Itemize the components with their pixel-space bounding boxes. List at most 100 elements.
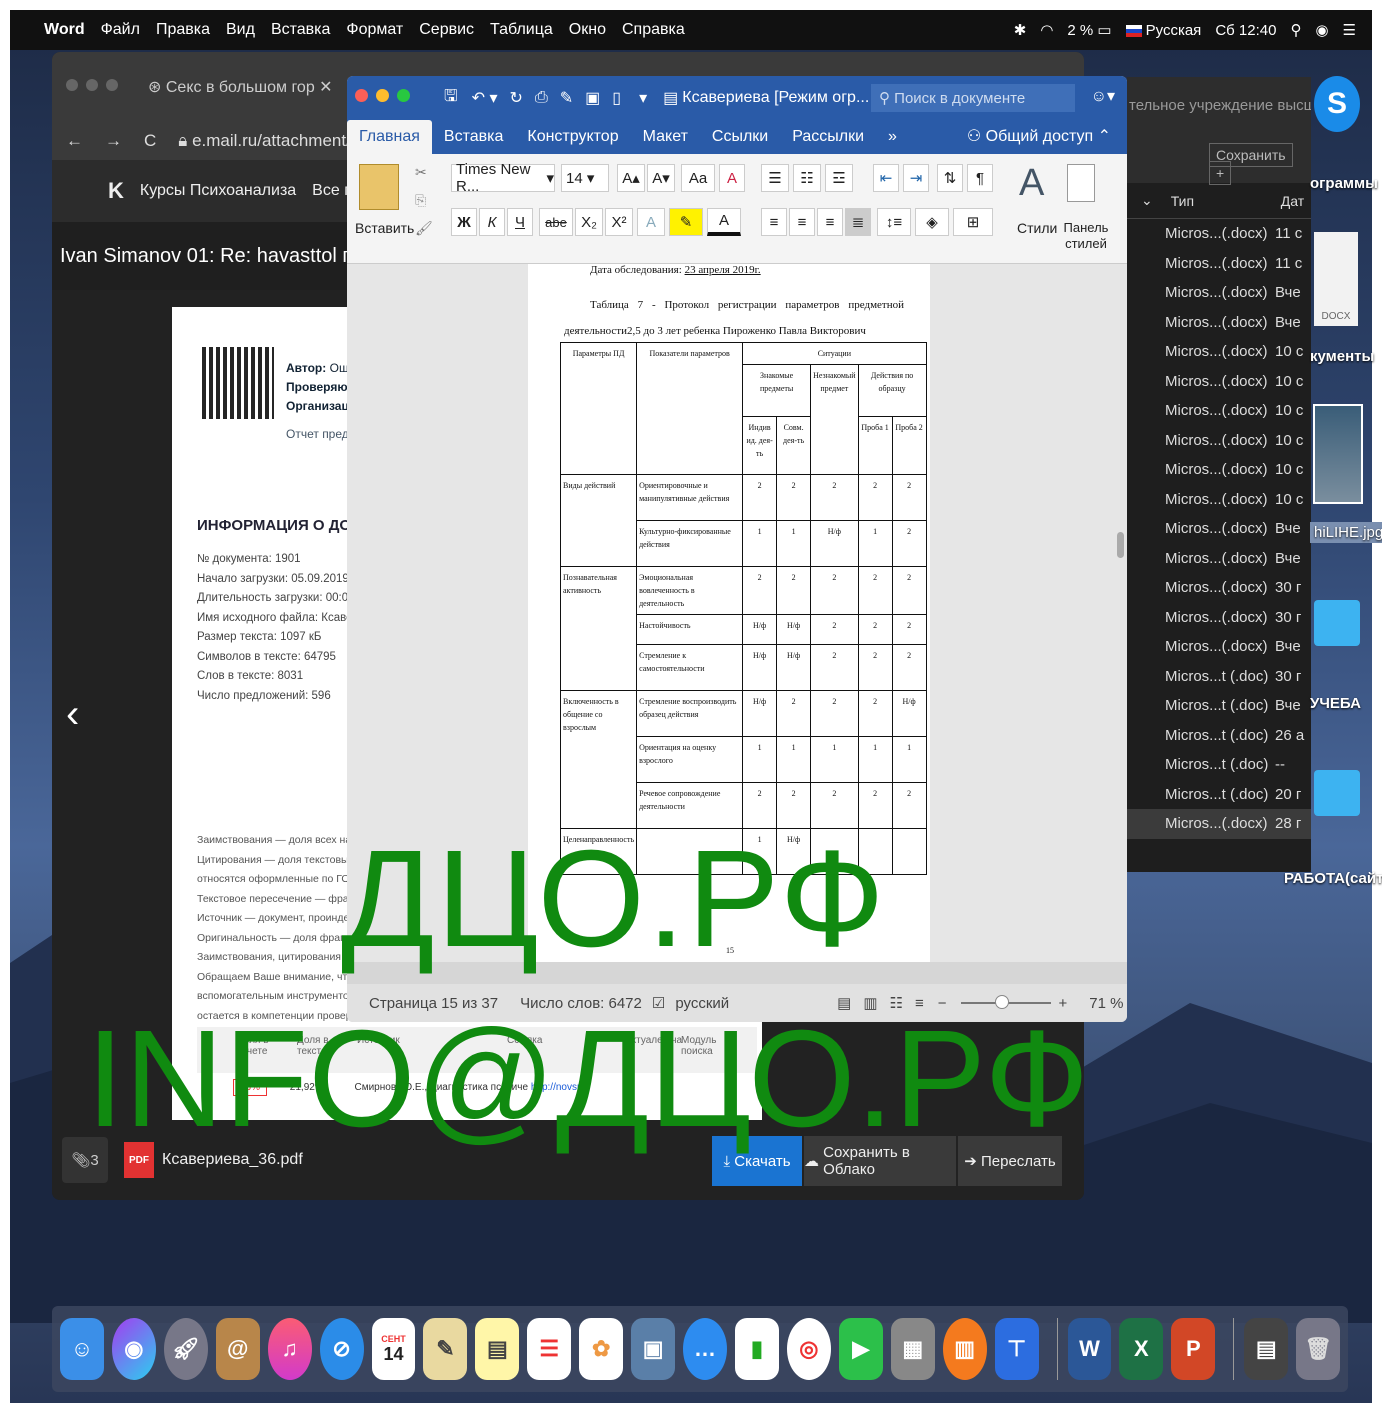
menu-app-name[interactable]: Word <box>44 21 85 39</box>
attachment-filename[interactable]: Кcавериева_36.pdf <box>162 1151 303 1169</box>
tab-design[interactable]: Конструктор <box>515 128 630 154</box>
finder-row[interactable]: Micros...(.docx) 10 с <box>1127 337 1311 367</box>
forward-icon[interactable]: → <box>105 131 122 151</box>
styles-icon[interactable]: A <box>1019 162 1044 205</box>
preview-icon[interactable]: ▣ <box>631 1318 676 1380</box>
decrease-indent-icon[interactable]: ⇤ <box>873 164 899 192</box>
align-left-icon[interactable]: ≡ <box>761 208 787 236</box>
font-color-icon[interactable]: A <box>707 208 741 236</box>
bluetooth-icon[interactable]: ✱ <box>1014 21 1027 39</box>
font-family-select[interactable]: Times New R... ▾ <box>451 161 555 195</box>
menu-table[interactable]: Таблица <box>490 21 553 39</box>
undo-icon[interactable]: ↶ ▾ <box>472 88 498 108</box>
column-type[interactable]: Тип <box>1171 193 1281 209</box>
calculator-icon[interactable]: ▦ <box>890 1318 935 1380</box>
subscript-button[interactable]: X₂ <box>575 208 603 236</box>
itunes-icon[interactable]: ♫ <box>267 1318 312 1380</box>
vertical-scrollbar[interactable] <box>1115 264 1127 962</box>
print-icon[interactable]: ⎙ <box>535 89 548 107</box>
close-icon[interactable] <box>355 89 368 102</box>
search-document-input[interactable]: ⚲︎ Поиск в документе <box>871 84 1075 112</box>
siri-icon[interactable]: ◉ <box>1315 21 1328 39</box>
screenshot-stack-icon[interactable]: ▤ <box>1244 1318 1289 1380</box>
safari-icon[interactable]: ⊘ <box>319 1318 364 1380</box>
zoom-slider[interactable] <box>960 995 1051 1009</box>
cut-icon[interactable]: ✂ <box>415 164 427 181</box>
menu-format[interactable]: Формат <box>346 21 403 39</box>
reminders-icon[interactable]: ☰ <box>527 1318 572 1380</box>
styles-label[interactable]: Стили <box>1017 220 1057 236</box>
clock[interactable]: Сб 12:40 <box>1215 22 1276 39</box>
contacts-icon[interactable]: @ <box>215 1318 260 1380</box>
finder-row[interactable]: Micros...t (.doc) 20 г <box>1127 780 1311 810</box>
finder-row[interactable]: Micros...(.docx) 28 г <box>1127 809 1311 839</box>
tab-references[interactable]: Ссылки <box>700 128 780 154</box>
finder-row[interactable]: Micros...(.docx) Вче <box>1127 308 1311 338</box>
change-case-icon[interactable]: Aa <box>681 164 715 192</box>
sort-chevron-icon[interactable]: ⌄ <box>1141 192 1153 209</box>
launchpad-icon[interactable]: 🚀︎ <box>163 1318 208 1380</box>
finder-row[interactable]: Micros...(.docx) 10 с <box>1127 396 1311 426</box>
document-page[interactable]: Дата обследования: 23 апреля 2019г. Табл… <box>528 264 930 962</box>
styles-pane-label[interactable]: Панель стилей <box>1061 220 1111 252</box>
word-icon[interactable]: W <box>1067 1318 1112 1380</box>
finder-save-button[interactable]: Сохранить + <box>1209 143 1311 185</box>
wifi-icon[interactable]: ◠ <box>1040 21 1053 39</box>
download-button[interactable]: ⤓ Скачать <box>712 1136 802 1186</box>
menu-file[interactable]: Файл <box>101 21 140 39</box>
notes-icon[interactable]: ✎ <box>423 1318 468 1380</box>
finder-row[interactable]: Micros...(.docx) 10 с <box>1127 455 1311 485</box>
multilevel-list-icon[interactable]: ☲ <box>825 164 853 192</box>
customize-icon[interactable]: ▾ <box>639 88 647 108</box>
browser-tab-1[interactable]: ⊛ Секс в большом гор ✕ <box>148 77 333 97</box>
numbering-icon[interactable]: ☷ <box>793 164 821 192</box>
window-controls[interactable] <box>347 89 410 107</box>
excel-icon[interactable]: X <box>1119 1318 1164 1380</box>
messages-icon[interactable]: … <box>683 1318 727 1380</box>
zoom-level[interactable]: 71 % <box>1089 995 1123 1012</box>
books-icon[interactable]: ▥ <box>942 1318 987 1380</box>
proofing-icon[interactable]: ☑ <box>652 994 665 1012</box>
menu-help[interactable]: Справка <box>622 21 685 39</box>
back-icon[interactable]: ← <box>66 131 83 151</box>
share-button[interactable]: ⚇ Общий доступ ⌃ <box>951 126 1127 154</box>
stickies-icon[interactable]: ▤ <box>475 1318 520 1380</box>
desktop-label-programs[interactable]: ограммы <box>1310 175 1378 192</box>
finder-row[interactable]: Micros...(.docx) 10 с <box>1127 367 1311 397</box>
clear-format-icon[interactable]: A <box>719 164 745 192</box>
finder-row[interactable]: Micros...(.docx) 11 с <box>1127 249 1311 279</box>
spotlight-icon[interactable]: ⚲ <box>1290 21 1301 39</box>
finder-row[interactable]: Micros...(.docx) 30 г <box>1127 573 1311 603</box>
text-effects-icon[interactable]: A <box>637 208 665 236</box>
tab-insert[interactable]: Вставка <box>432 128 515 154</box>
facetime-icon[interactable]: ▶ <box>838 1318 883 1380</box>
tab-mailings[interactable]: Рассылки <box>780 128 876 154</box>
column-date[interactable]: Дат <box>1281 193 1304 209</box>
line-spacing-icon[interactable]: ↕≡ <box>877 208 911 236</box>
finder-row[interactable]: Micros...(.docx) Вче <box>1127 632 1311 662</box>
siri-icon[interactable]: ◉ <box>111 1318 156 1380</box>
increase-indent-icon[interactable]: ⇥ <box>903 164 929 192</box>
battery-status[interactable]: 2 % ▭ <box>1067 21 1111 39</box>
chrome-icon[interactable]: ◎ <box>786 1318 831 1380</box>
attachments-count[interactable]: 📎︎ 3 <box>62 1137 108 1183</box>
align-center-icon[interactable]: ≡ <box>789 208 815 236</box>
tab-home[interactable]: Главная <box>347 120 432 154</box>
finder-row[interactable]: Micros...t (.doc) -- <box>1127 750 1311 780</box>
italic-button[interactable]: К <box>479 208 505 236</box>
finder-row[interactable]: Micros...(.docx) 10 с <box>1127 426 1311 456</box>
docx-file-icon[interactable]: DOCX <box>1314 232 1358 326</box>
menu-edit[interactable]: Правка <box>156 21 210 39</box>
finder-row[interactable]: Micros...(.docx) 11 с <box>1127 219 1311 249</box>
zoom-out-icon[interactable]: − <box>938 995 947 1012</box>
superscript-button[interactable]: X² <box>605 208 633 236</box>
styles-pane-icon[interactable] <box>1067 164 1095 202</box>
folder-icon[interactable] <box>1314 770 1360 816</box>
bookmark-item[interactable]: Курсы Психоанализа <box>140 182 296 200</box>
paste-label[interactable]: Вставить <box>355 220 414 236</box>
finder-icon[interactable]: ☺ <box>60 1318 104 1380</box>
save-icon[interactable]: 🖫︎ <box>444 85 458 112</box>
reload-icon[interactable]: C <box>144 131 156 151</box>
minimize-icon[interactable] <box>376 89 389 102</box>
strikethrough-button[interactable]: abe <box>539 208 573 236</box>
